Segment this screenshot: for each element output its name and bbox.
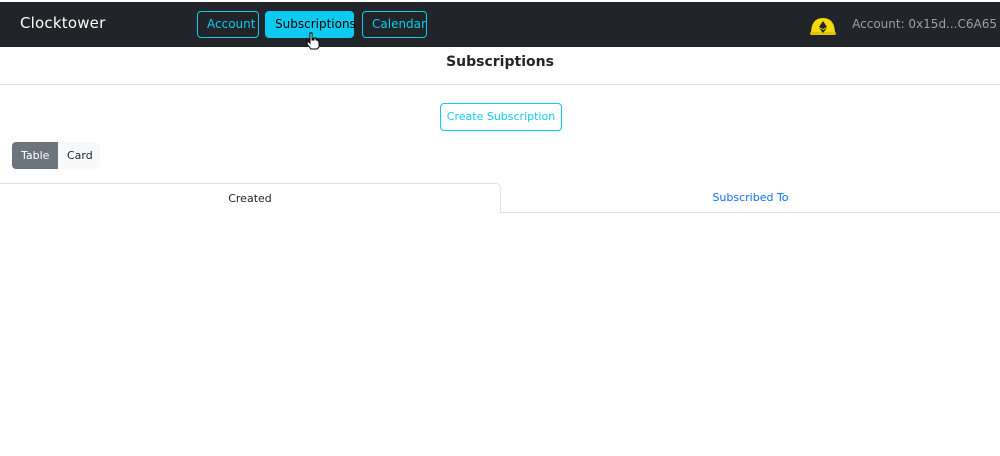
ethereum-badge-icon <box>809 16 837 36</box>
tabs-divider <box>501 212 1000 213</box>
toggle-card[interactable]: Card <box>58 142 100 169</box>
account-address: Account: 0x15d...C6A65 <box>852 17 997 31</box>
nav-button-calendar[interactable]: Calendar <box>362 11 427 38</box>
page-title: Subscriptions <box>0 47 1000 85</box>
nav-button-subscriptions[interactable]: Subscriptions <box>265 11 356 38</box>
toggle-table[interactable]: Table <box>12 142 58 169</box>
subscription-tabs: Created Subscribed To <box>0 183 1000 213</box>
nav-button-account[interactable]: Account <box>197 11 259 38</box>
create-subscription-button[interactable]: Create Subscription <box>440 103 562 131</box>
navbar: Clocktower Account Subscriptions Calenda… <box>0 2 1000 47</box>
brand-logo[interactable]: Clocktower <box>20 14 105 32</box>
tab-subscribed-to[interactable]: Subscribed To <box>501 183 1000 213</box>
tab-created[interactable]: Created <box>0 183 501 213</box>
view-toggle: Table Card <box>12 142 100 169</box>
